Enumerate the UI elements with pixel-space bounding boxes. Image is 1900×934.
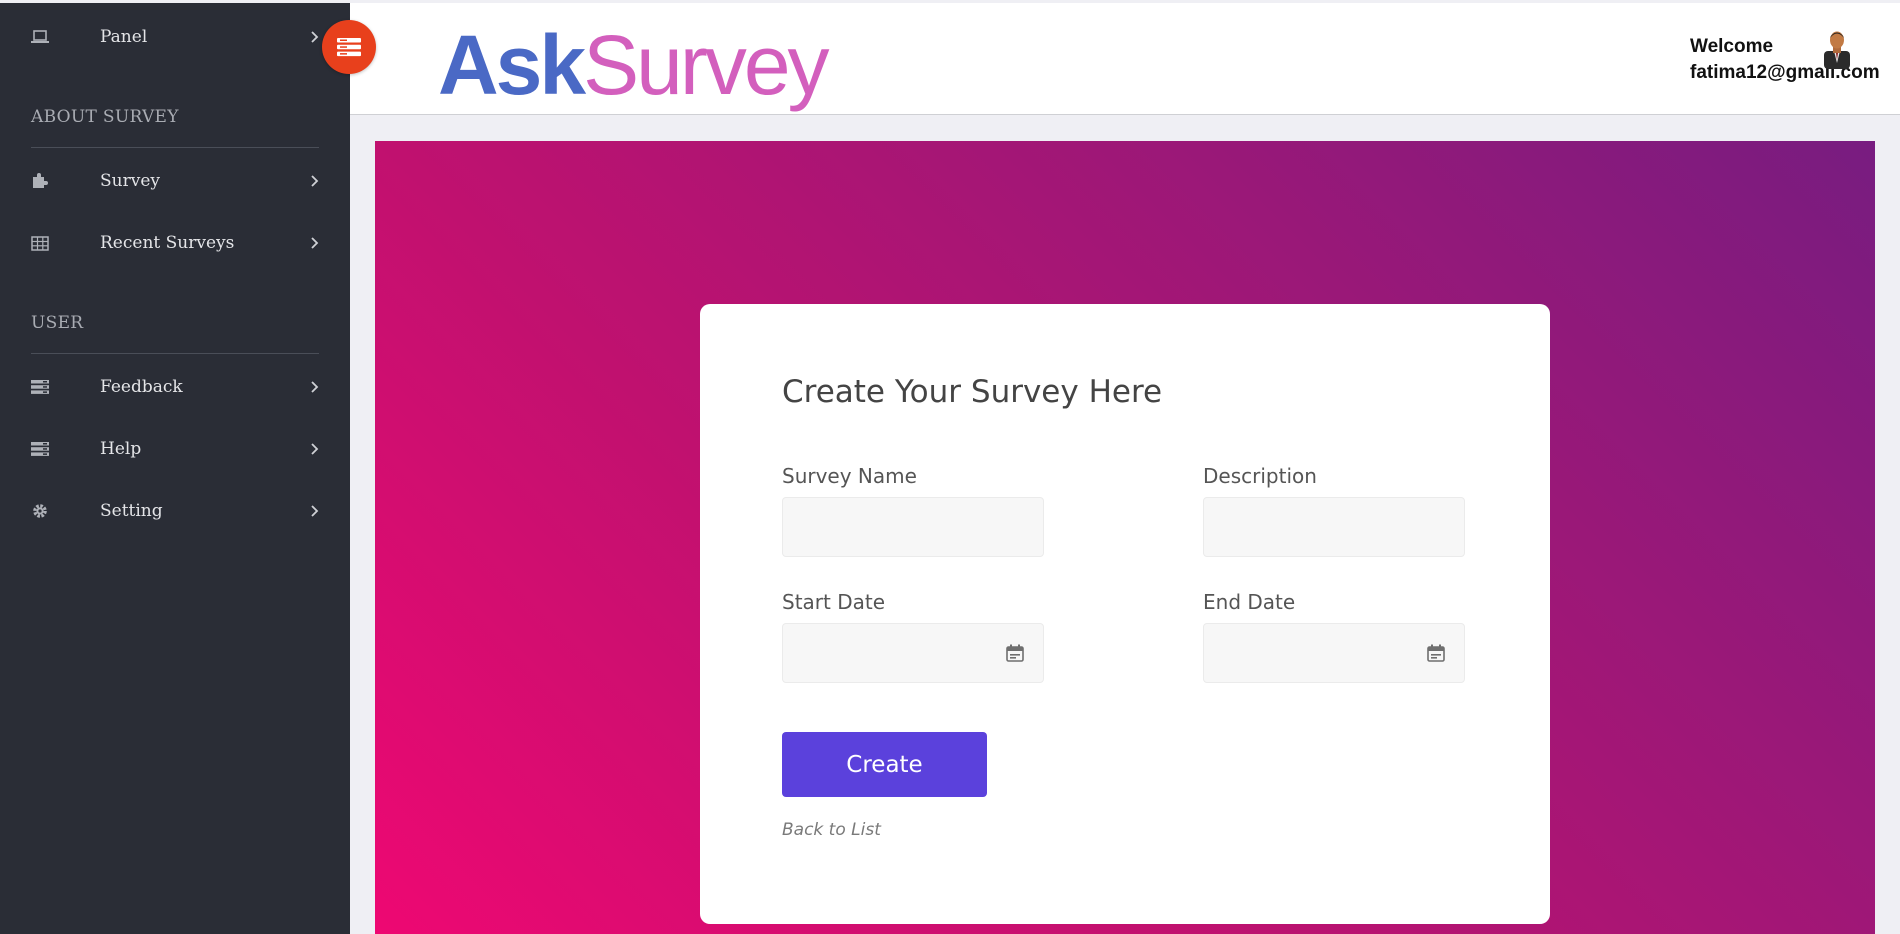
- puzzle-icon: [30, 171, 50, 191]
- chevron-right-icon: [311, 175, 319, 187]
- start-date-label: Start Date: [782, 590, 886, 614]
- sidebar-item-panel[interactable]: Panel: [0, 17, 350, 57]
- server-icon: [30, 377, 50, 397]
- sidebar-item-help[interactable]: Help: [0, 429, 350, 469]
- create-survey-card: Create Your Survey Here Survey Name Desc…: [700, 304, 1550, 924]
- calendar-icon[interactable]: [1006, 644, 1024, 662]
- sidebar: Panel ABOUT SURVEY Survey Recent Surveys…: [0, 3, 350, 934]
- table-icon: [30, 233, 50, 253]
- logo-ask-text: Ask: [438, 18, 586, 112]
- sidebar-item-label: Panel: [100, 27, 148, 47]
- section-title-user: USER: [31, 313, 84, 333]
- sidebar-item-label: Setting: [100, 501, 163, 521]
- chevron-right-icon: [311, 237, 319, 249]
- server-icon: [337, 38, 361, 57]
- gear-icon: [30, 501, 50, 521]
- sidebar-item-label: Recent Surveys: [100, 233, 235, 253]
- chevron-right-icon: [311, 381, 319, 393]
- description-input[interactable]: [1203, 497, 1465, 557]
- calendar-icon[interactable]: [1427, 644, 1445, 662]
- sidebar-item-feedback[interactable]: Feedback: [0, 367, 350, 407]
- chevron-right-icon: [311, 31, 319, 43]
- sidebar-item-survey[interactable]: Survey: [0, 161, 350, 201]
- sidebar-item-label: Help: [100, 439, 142, 459]
- survey-name-input[interactable]: [782, 497, 1044, 557]
- section-title-about: ABOUT SURVEY: [31, 107, 179, 127]
- chevron-right-icon: [311, 505, 319, 517]
- end-date-label: End Date: [1203, 590, 1296, 614]
- back-to-list-link[interactable]: Back to List: [782, 820, 881, 840]
- divider: [31, 147, 319, 148]
- create-button[interactable]: Create: [782, 732, 987, 797]
- avatar[interactable]: [1818, 29, 1856, 69]
- description-label: Description: [1203, 464, 1317, 488]
- end-date-input[interactable]: [1203, 623, 1465, 683]
- sidebar-item-recent-surveys[interactable]: Recent Surveys: [0, 223, 350, 263]
- top-header: AskSurvey Welcome fatima12@gmail.com: [350, 3, 1900, 115]
- survey-name-label: Survey Name: [782, 464, 917, 488]
- start-date-input[interactable]: [782, 623, 1044, 683]
- page-title: Create Your Survey Here: [782, 374, 1163, 410]
- laptop-icon: [30, 27, 50, 47]
- logo-survey-text: Survey: [583, 18, 829, 112]
- chevron-right-icon: [311, 443, 319, 455]
- sidebar-toggle-button[interactable]: [322, 20, 376, 74]
- sidebar-item-setting[interactable]: Setting: [0, 491, 350, 531]
- sidebar-item-label: Survey: [100, 171, 160, 191]
- sidebar-item-label: Feedback: [100, 377, 183, 397]
- divider: [31, 353, 319, 354]
- server-icon: [30, 439, 50, 459]
- app-logo[interactable]: AskSurvey: [438, 23, 830, 107]
